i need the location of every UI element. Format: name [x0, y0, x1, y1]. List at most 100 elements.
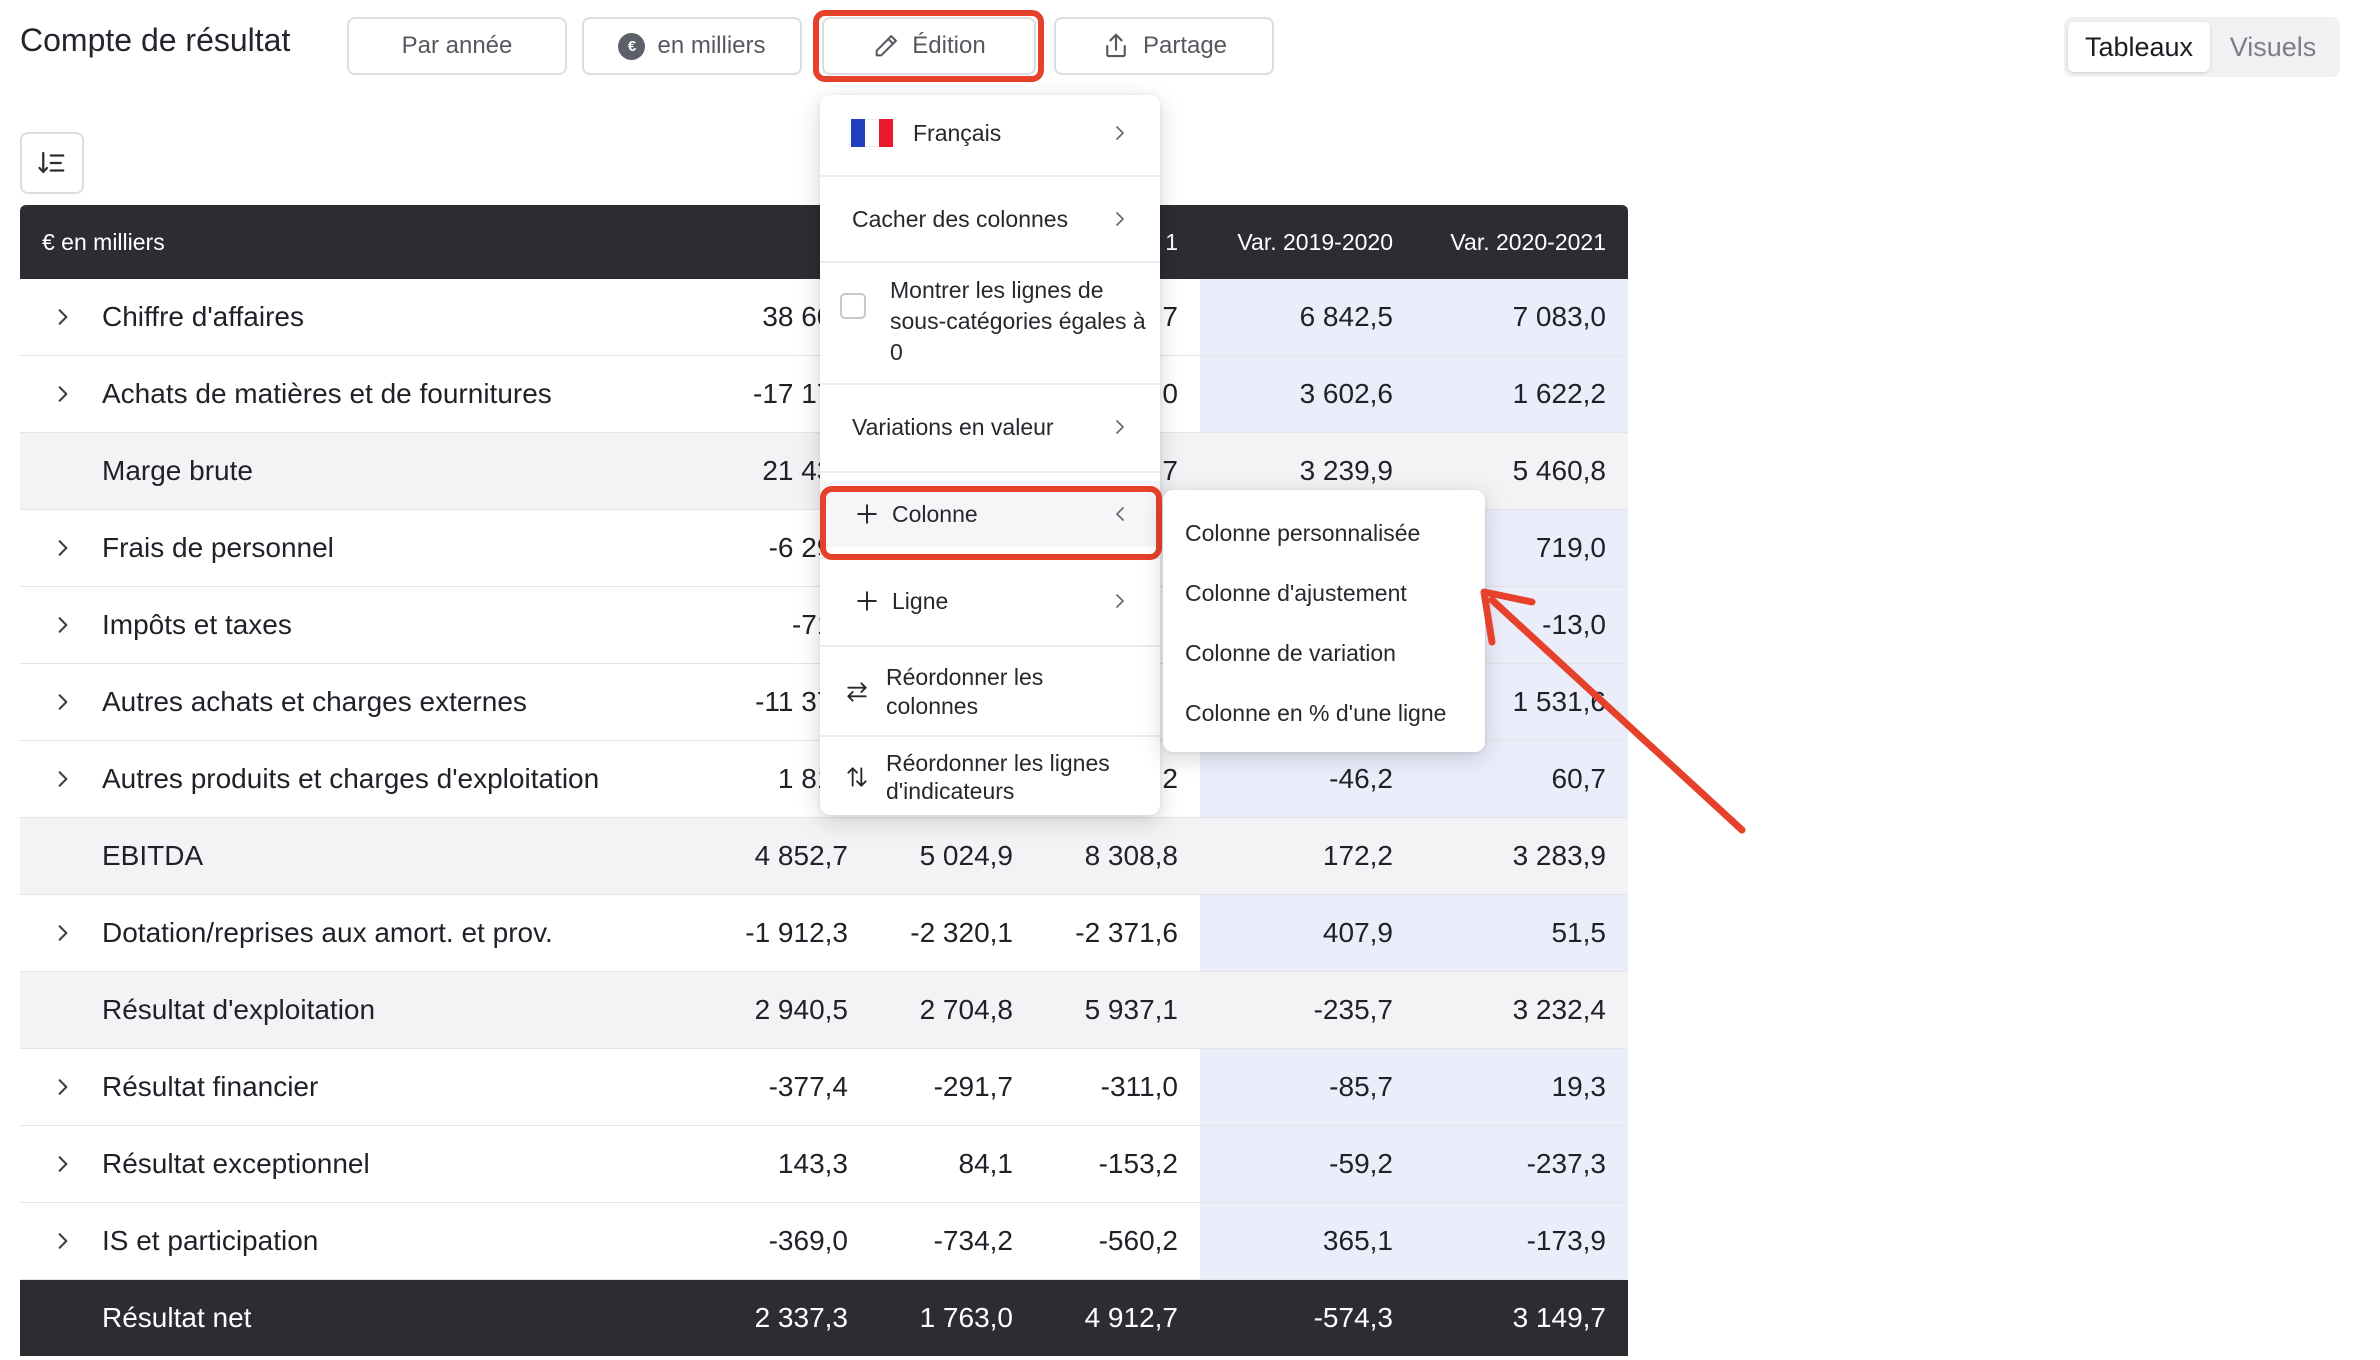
row-v1: 4 852,7: [754, 840, 848, 871]
row-label: IS et participation: [102, 1225, 319, 1256]
row-var1: -574,3: [1313, 1302, 1393, 1333]
annotation-arrow: [1480, 588, 1746, 834]
row-v3: 4 912,7: [1084, 1302, 1178, 1333]
chevron-right-icon[interactable]: [54, 741, 72, 817]
row-v3: -153,2: [1098, 1148, 1178, 1179]
tab-visuels[interactable]: Visuels: [2210, 22, 2336, 72]
row-var2: -237,3: [1415, 1126, 1628, 1202]
table-row: Résultat d'exploitation 2 940,5 2 704,8 5 9…: [20, 972, 1628, 1049]
row-label: Marge brute: [102, 455, 253, 486]
row-var1: -235,7: [1313, 994, 1393, 1025]
unit-label: en milliers: [657, 32, 766, 59]
row-var1: 407,9: [1200, 895, 1415, 971]
menu-item-value-variations[interactable]: Variations en valeur: [820, 389, 1160, 465]
menu-hide-columns-label: Cacher des colonnes: [852, 205, 1069, 232]
chevron-right-icon[interactable]: [54, 1126, 72, 1202]
chevron-right-icon[interactable]: [54, 279, 72, 355]
menu-add-column-label: Colonne: [892, 500, 978, 527]
chevron-right-icon: [1116, 420, 1124, 434]
menu-value-variations-label: Variations en valeur: [852, 413, 1054, 440]
menu-language-label: Français: [913, 119, 1002, 146]
chevron-right-icon[interactable]: [54, 587, 72, 663]
row-var1: -46,2: [1200, 741, 1415, 817]
chevron-right-icon[interactable]: [54, 664, 72, 740]
row-var1: -85,7: [1200, 1049, 1415, 1125]
row-var2: 19,3: [1415, 1049, 1628, 1125]
row-v1: -1 912,3: [745, 917, 848, 948]
menu-item-reorder-columns[interactable]: Réordonner les colonnes: [820, 651, 1160, 733]
row-var1: 3 602,6: [1200, 356, 1415, 432]
menu-item-show-zero-rows[interactable]: Montrer les lignes de sous-catégories ég…: [820, 267, 1160, 377]
row-v2: 84,1: [958, 1148, 1014, 1179]
menu-show-zero-rows-label: Montrer les lignes de sous-catégories ég…: [890, 277, 1146, 365]
row-v1: -369,0: [768, 1225, 848, 1256]
show-zero-rows-checkbox[interactable]: [840, 293, 866, 319]
submenu-variation-column[interactable]: Colonne de variation: [1185, 640, 1396, 667]
row-v3: 5 937,1: [1084, 994, 1178, 1025]
header-var-1: Var. 2019-2020: [1237, 228, 1393, 255]
unit-button[interactable]: € en milliers: [582, 17, 802, 75]
row-var2: 51,5: [1415, 895, 1628, 971]
chevron-left-icon: [1116, 507, 1124, 521]
row-v3: 8 308,8: [1084, 840, 1178, 871]
row-label: Impôts et taxes: [102, 609, 292, 640]
row-var2: 1 622,2: [1415, 356, 1628, 432]
row-v2: -291,7: [933, 1071, 1013, 1102]
row-var1: 6 842,5: [1200, 279, 1415, 355]
swap-vertical-icon: [847, 767, 867, 787]
menu-item-reorder-rows[interactable]: Réordonner les lignes d'indicateurs: [820, 739, 1160, 815]
row-v1: 2 337,3: [754, 1302, 848, 1333]
row-label: EBITDA: [102, 840, 204, 871]
period-button[interactable]: Par année: [347, 17, 567, 75]
row-v3: -311,0: [1100, 1071, 1178, 1102]
row-var2: -173,9: [1415, 1203, 1628, 1279]
row-var2: 3 232,4: [1512, 994, 1606, 1025]
chevron-right-icon[interactable]: [54, 895, 72, 971]
menu-item-add-row[interactable]: Ligne: [820, 563, 1160, 639]
row-var2: 7 083,0: [1415, 279, 1628, 355]
row-label: Résultat exceptionnel: [102, 1148, 370, 1179]
table-row[interactable]: Dotation/reprises aux amort. et prov. -1 …: [20, 895, 1628, 972]
chevron-right-icon[interactable]: [54, 1203, 72, 1279]
chevron-right-icon[interactable]: [54, 356, 72, 432]
column-submenu: Colonne personnalisée Colonne d'ajusteme…: [1163, 490, 1485, 752]
table-row[interactable]: Résultat exceptionnel 143,3 84,1 -153,2 -59,…: [20, 1126, 1628, 1203]
row-v2: -2 320,1: [910, 917, 1013, 948]
row-var1: 365,1: [1200, 1203, 1415, 1279]
period-label: Par année: [401, 32, 513, 59]
chevron-right-icon[interactable]: [54, 1049, 72, 1125]
menu-item-language[interactable]: Français: [820, 95, 1160, 171]
french-flag-icon: [851, 119, 893, 147]
row-v2: 5 024,9: [919, 840, 1013, 871]
sort-icon: [38, 151, 65, 174]
share-button[interactable]: Partage: [1054, 17, 1274, 75]
plus-icon: [857, 504, 877, 524]
menu-add-row-label: Ligne: [892, 587, 949, 614]
menu-item-hide-columns[interactable]: Cacher des colonnes: [820, 181, 1160, 257]
edit-label: Édition: [912, 32, 986, 59]
header-var-2: Var. 2020-2021: [1450, 228, 1606, 255]
tab-tableaux[interactable]: Tableaux: [2068, 22, 2210, 72]
submenu-percent-column[interactable]: Colonne en % d'une ligne: [1185, 700, 1446, 727]
table-row[interactable]: IS et participation -369,0 -734,2 -560,2 365…: [20, 1203, 1628, 1280]
submenu-custom-column[interactable]: Colonne personnalisée: [1185, 520, 1420, 547]
chevron-right-icon: [1116, 594, 1124, 608]
table-row: Résultat net 2 337,3 1 763,0 4 912,7 -574,3 3…: [20, 1280, 1628, 1356]
pencil-icon: [875, 35, 898, 57]
table-row[interactable]: Résultat financier -377,4 -291,7 -311,0 -85,…: [20, 1049, 1628, 1126]
row-v3: -560,2: [1098, 1225, 1178, 1256]
share-label: Partage: [1142, 32, 1228, 59]
edit-button[interactable]: Édition: [822, 17, 1036, 75]
row-var1: 172,2: [1322, 840, 1393, 871]
sort-button[interactable]: [20, 132, 84, 194]
chevron-right-icon: [1116, 212, 1124, 226]
row-v1: -377,4: [768, 1071, 848, 1102]
view-switch: Tableaux Visuels: [2064, 17, 2340, 77]
menu-item-add-column[interactable]: Colonne: [820, 481, 1160, 547]
row-label: Achats de matières et de fournitures: [102, 378, 552, 409]
submenu-adjustment-column[interactable]: Colonne d'ajustement: [1185, 580, 1407, 607]
row-v2: 1 763,0: [919, 1302, 1013, 1333]
chevron-right-icon: [1116, 126, 1124, 140]
plus-icon: [857, 591, 877, 611]
chevron-right-icon[interactable]: [54, 510, 72, 586]
